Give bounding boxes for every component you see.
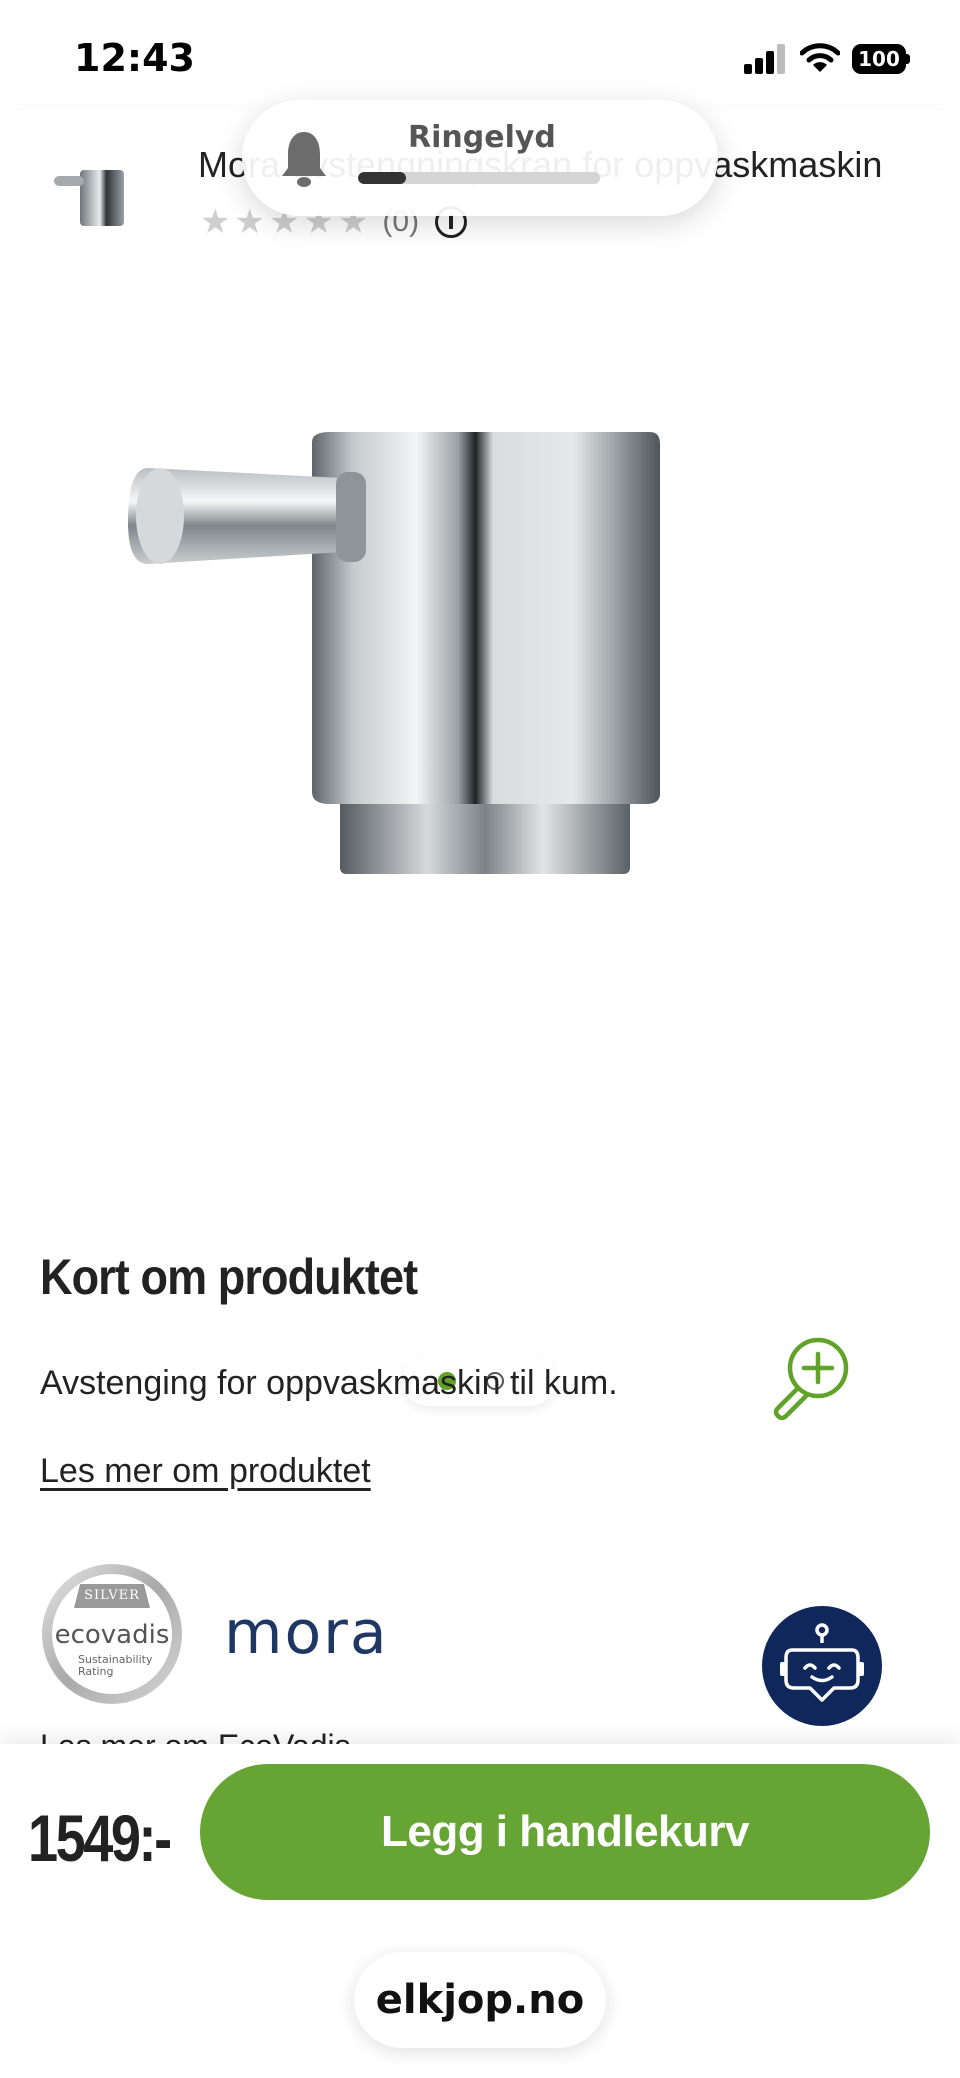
ecovadis-silver-label: SILVER	[74, 1584, 150, 1608]
ecovadis-badge[interactable]: SILVER ecovadis Sustainability Rating	[40, 1562, 184, 1706]
partially-hidden-text: Les mer om EcoVadis	[40, 1726, 351, 1744]
add-to-cart-button[interactable]: Legg i handlekurv	[200, 1764, 930, 1900]
ringer-volume-fill	[358, 172, 407, 184]
product-thumbnail[interactable]	[50, 154, 136, 240]
read-more-link[interactable]: Les mer om produktet	[40, 1452, 371, 1491]
battery-icon: 100	[852, 44, 910, 74]
section-heading: Kort om produktet	[40, 1249, 418, 1305]
ringer-volume-toast: Ringelyd	[242, 100, 718, 216]
sticky-buy-bar: 1549:- Legg i handlekurv elkjop.no	[0, 1744, 960, 2078]
bell-icon	[282, 132, 326, 187]
ringer-volume-bar	[358, 172, 600, 184]
wifi-icon	[800, 43, 840, 72]
star-icon: ★	[234, 203, 265, 241]
battery-cap	[906, 54, 910, 64]
product-short-description: Avstenging for oppvaskmaskin til kum.	[40, 1364, 618, 1402]
ecovadis-subtitle: Sustainability Rating	[78, 1654, 152, 1678]
star-icon: ★	[200, 203, 231, 241]
status-time: 12:43	[74, 36, 195, 80]
zoom-in-icon[interactable]	[768, 1332, 856, 1420]
ringer-label: Ringelyd	[408, 120, 556, 155]
cellular-signal-icon	[744, 44, 785, 74]
product-image	[128, 432, 660, 874]
browser-url-bar[interactable]: elkjop.no	[354, 1952, 606, 2048]
mora-brand-logo[interactable]: mora	[224, 1598, 389, 1668]
status-bar: 12:43 100	[0, 0, 960, 110]
chatbot-button[interactable]	[762, 1606, 882, 1726]
battery-level: 100	[852, 44, 906, 74]
product-price: 1549:-	[28, 1801, 172, 1875]
ecovadis-sub-line-2: Rating	[78, 1665, 114, 1678]
product-image-gallery[interactable]	[0, 262, 960, 1420]
chatbot-robot-icon	[780, 1623, 864, 1702]
ecovadis-wordmark: ecovadis	[54, 1620, 170, 1650]
